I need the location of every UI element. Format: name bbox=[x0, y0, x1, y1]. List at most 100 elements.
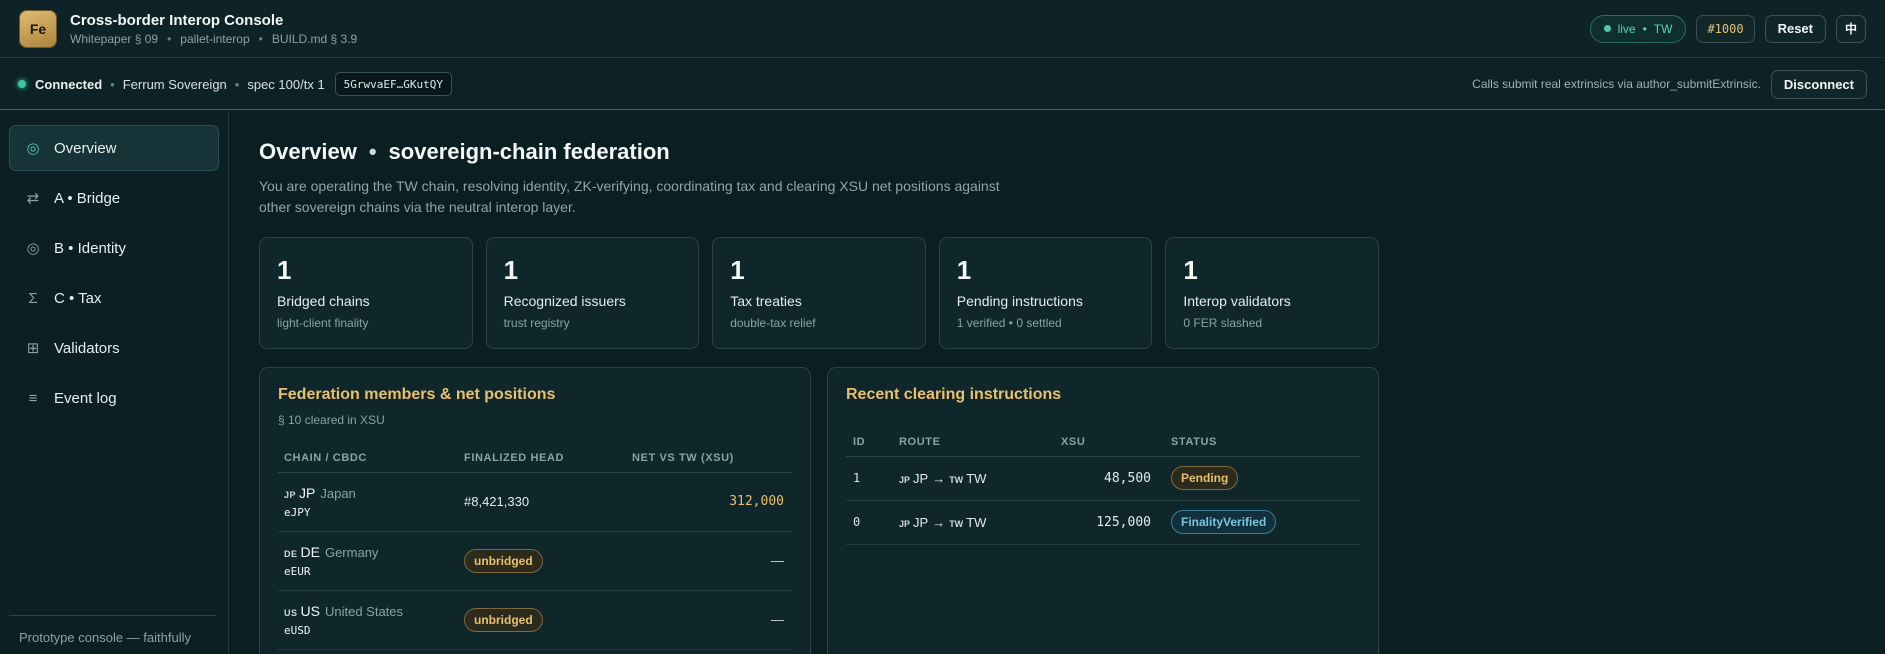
sidebar-footer: Prototype console — faithfully bbox=[9, 615, 216, 645]
table-row[interactable]: US US United States eUSD unbridged — bbox=[278, 590, 792, 650]
clearing-table: ID ROUTE XSU STATUS 1 JP JP → TW TW 48,500 bbox=[846, 428, 1360, 545]
subtitle-pallet: pallet-interop bbox=[180, 31, 250, 46]
stat-value: 1 bbox=[730, 255, 745, 285]
column-header-status: STATUS bbox=[1171, 428, 1360, 457]
table-row[interactable]: 0 JP JP → TW TW 125,000 FinalityVerified bbox=[846, 500, 1360, 545]
sidebar-nav: ◎ Overview ⇄ A • Bridge ◎ B • Identity Σ… bbox=[0, 111, 228, 421]
stat-value: 1 bbox=[956, 255, 972, 285]
stat-sub: light-client finality bbox=[277, 316, 369, 330]
federation-title: Federation members & net positions bbox=[278, 386, 556, 403]
federation-subtitle: § 10 cleared in XSU bbox=[278, 413, 385, 427]
country-code-tag: DE bbox=[284, 548, 298, 559]
stat-value: 1 bbox=[503, 255, 519, 285]
country-name: Germany bbox=[324, 544, 379, 560]
column-header-head: FINALIZED HEAD bbox=[464, 444, 632, 473]
sidebar-item-label: C • Tax bbox=[54, 289, 102, 307]
stat-sub: double-tax relief bbox=[730, 316, 816, 330]
sidebar-item-overview[interactable]: ◎ Overview bbox=[9, 125, 219, 171]
app-subtitle: Whitepaper § 09 • pallet-interop • BUILD… bbox=[70, 31, 358, 46]
status-cell: Pending bbox=[1171, 456, 1360, 501]
sidebar-item-label: Overview bbox=[54, 139, 117, 157]
route-cell: JP JP → TW TW bbox=[899, 500, 1061, 545]
live-chain: TW bbox=[1653, 21, 1673, 36]
stat-card-pending-instructions: 1 Pending instructions 1 verified • 0 se… bbox=[938, 237, 1153, 349]
sidebar-item-label: A • Bridge bbox=[54, 189, 121, 207]
arrow-right-icon: → bbox=[932, 514, 946, 530]
route-from: JP bbox=[913, 514, 929, 530]
status-cell: FinalityVerified bbox=[1171, 500, 1360, 545]
sidebar-item-validators[interactable]: ⊞ Validators bbox=[9, 325, 219, 371]
app-titles: Cross-border Interop Console Whitepaper … bbox=[70, 12, 357, 46]
extrinsic-note: Calls submit real extrinsics via author_… bbox=[1472, 77, 1761, 91]
subtitle-whitepaper: Whitepaper § 09 bbox=[70, 31, 159, 46]
identity-ring-icon: ◎ bbox=[26, 240, 40, 257]
page-title-secondary: sovereign-chain federation bbox=[388, 139, 670, 164]
target-icon: ◎ bbox=[26, 140, 40, 157]
stat-label: Bridged chains bbox=[277, 293, 370, 309]
sidebar: ◎ Overview ⇄ A • Bridge ◎ B • Identity Σ… bbox=[0, 111, 229, 654]
route-from: JP bbox=[913, 470, 929, 486]
cbdc-name: eUSD bbox=[284, 623, 311, 637]
column-header-route: ROUTE bbox=[899, 428, 1061, 457]
live-status-pill[interactable]: live • TW bbox=[1589, 14, 1687, 43]
table-row[interactable]: JP JP Japan eJPY #8,421,330 312,000 bbox=[278, 472, 792, 532]
sidebar-item-event-log[interactable]: ≡ Event log bbox=[9, 375, 219, 421]
app-logo: Fe bbox=[19, 9, 57, 48]
chain-code: DE bbox=[300, 543, 320, 560]
account-address[interactable]: 5GrwvaEF…GKutQY bbox=[334, 72, 453, 96]
spec-version: spec 100/tx 1 bbox=[247, 76, 325, 92]
live-label: live bbox=[1617, 21, 1636, 36]
stat-sub: 0 FER slashed bbox=[1183, 316, 1263, 330]
column-header-id: ID bbox=[846, 428, 899, 457]
sidebar-item-label: Validators bbox=[54, 339, 120, 357]
table-header-row: CHAIN / CBDC FINALIZED HEAD NET VS TW (X… bbox=[278, 444, 792, 473]
chain-cell: US US United States eUSD bbox=[278, 590, 464, 650]
country-code-tag: JP bbox=[284, 489, 297, 500]
table-row[interactable]: 1 JP JP → TW TW 48,500 Pending bbox=[846, 456, 1360, 501]
to-country-tag: TW bbox=[949, 474, 964, 485]
stat-label: Interop validators bbox=[1183, 293, 1291, 309]
sidebar-item-identity[interactable]: ◎ B • Identity bbox=[9, 225, 219, 271]
status-badge: Pending bbox=[1171, 466, 1239, 490]
stat-sub: trust registry bbox=[503, 316, 570, 330]
from-country-tag: JP bbox=[899, 474, 911, 485]
stat-card-bridged-chains: 1 Bridged chains light-client finality bbox=[259, 237, 473, 349]
sigma-icon: Σ bbox=[28, 289, 38, 307]
disconnect-button[interactable]: Disconnect bbox=[1770, 69, 1867, 99]
xsu-amount: 125,000 bbox=[1061, 500, 1171, 545]
stat-label: Pending instructions bbox=[956, 293, 1083, 309]
app-title: Cross-border Interop Console bbox=[70, 11, 284, 29]
sidebar-item-bridge[interactable]: ⇄ A • Bridge bbox=[9, 175, 219, 221]
sidebar-item-label: Event log bbox=[54, 389, 117, 407]
stat-value: 1 bbox=[1183, 255, 1198, 285]
chain-code: US bbox=[300, 602, 320, 619]
status-badge: FinalityVerified bbox=[1171, 510, 1277, 534]
subtitle-build: BUILD.md § 3.9 bbox=[271, 31, 358, 46]
instruction-id: 0 bbox=[846, 500, 899, 545]
net-position: — bbox=[632, 590, 792, 650]
table-row[interactable]: DE DE Germany eEUR unbridged — bbox=[278, 531, 792, 591]
finalized-head-cell: unbridged bbox=[464, 531, 632, 591]
federation-panel: Federation members & net positions § 10 … bbox=[259, 367, 811, 654]
page-title: Overview • sovereign-chain federation bbox=[259, 139, 670, 164]
country-code-tag: US bbox=[284, 607, 298, 618]
cbdc-name: eEUR bbox=[284, 564, 311, 578]
instruction-id: 1 bbox=[846, 456, 899, 501]
to-country-tag: TW bbox=[949, 518, 964, 529]
from-country-tag: JP bbox=[899, 518, 911, 529]
language-toggle-button[interactable]: 中 bbox=[1836, 14, 1866, 43]
connection-status: Connected bbox=[35, 76, 103, 92]
stat-card-interop-validators: 1 Interop validators 0 FER slashed bbox=[1165, 237, 1379, 349]
panels: Federation members & net positions § 10 … bbox=[259, 367, 1379, 654]
stat-label: Recognized issuers bbox=[503, 293, 626, 309]
clearing-panel: Recent clearing instructions ID ROUTE XS… bbox=[827, 367, 1379, 654]
stat-cards: 1 Bridged chains light-client finality 1… bbox=[259, 237, 1379, 349]
stat-card-recognized-issuers: 1 Recognized issuers trust registry bbox=[485, 237, 700, 349]
block-number: #1000 bbox=[1696, 14, 1755, 43]
page-description: You are operating the TW chain, resolvin… bbox=[259, 178, 1000, 215]
finalized-head: #8,421,330 bbox=[464, 472, 632, 532]
reset-button[interactable]: Reset bbox=[1764, 14, 1826, 43]
sidebar-item-tax[interactable]: Σ C • Tax bbox=[9, 275, 219, 321]
route-cell: JP JP → TW TW bbox=[899, 456, 1061, 501]
live-dot-icon bbox=[1603, 25, 1611, 32]
